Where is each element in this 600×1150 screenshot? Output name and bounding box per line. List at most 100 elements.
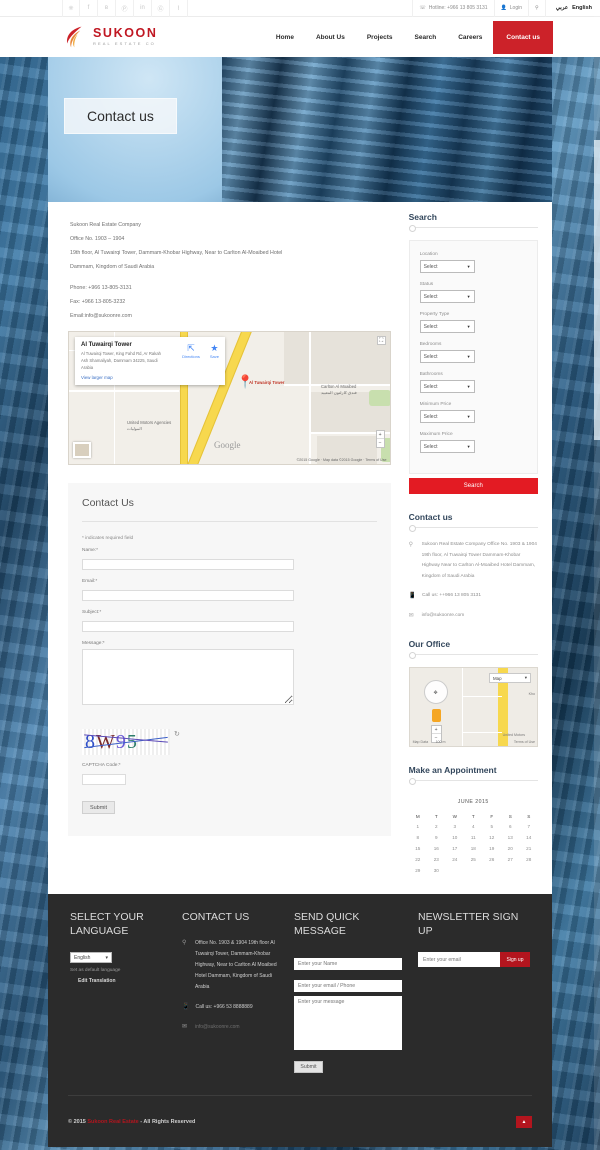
office-map-terms[interactable]: Terms of Use: [514, 740, 535, 744]
address-email[interactable]: Email:info@sukoonre.com: [70, 309, 389, 323]
map-view-larger-link[interactable]: View larger map: [81, 375, 219, 380]
calendar-day[interactable]: 8: [409, 832, 427, 843]
newsletter-email-input[interactable]: [418, 952, 500, 967]
minimum-price-select[interactable]: Select ▼: [419, 410, 475, 423]
calendar-weekday-row: M T W T F S S: [409, 812, 538, 821]
calendar-day[interactable]: 13: [501, 832, 519, 843]
calendar-day[interactable]: 30: [427, 865, 445, 876]
calendar-day[interactable]: 29: [409, 865, 427, 876]
message-textarea[interactable]: [82, 649, 294, 705]
calendar-day[interactable]: 18: [464, 843, 482, 854]
subject-input[interactable]: [82, 621, 294, 632]
calendar-day[interactable]: 4: [464, 821, 482, 832]
hotline: ☏ Hotline: +966 13 805 3131: [412, 0, 493, 17]
google-map-embed[interactable]: Al Tuwairqi Tower Al Tuwairqi Tower, Kin…: [68, 331, 391, 465]
facebook-icon[interactable]: f: [80, 0, 98, 17]
calendar-day[interactable]: 16: [427, 843, 445, 854]
behance-icon[interactable]: ʙ: [98, 0, 116, 17]
nav-item-about-us[interactable]: About Us: [305, 17, 356, 57]
calendar-day[interactable]: 25: [464, 854, 482, 865]
twitter-icon[interactable]: ❈: [62, 0, 80, 17]
calendar-day[interactable]: 17: [446, 843, 464, 854]
bathrooms-select[interactable]: Select ▼: [419, 380, 475, 393]
calendar-day[interactable]: 5: [483, 821, 501, 832]
linkedin-icon[interactable]: in: [134, 0, 152, 17]
captcha-refresh-icon[interactable]: ↻: [174, 730, 180, 738]
quick-message-textarea[interactable]: [294, 996, 402, 1050]
calendar-day[interactable]: 27: [501, 854, 519, 865]
footer-email[interactable]: ✉ info@sukoonre.com: [182, 1022, 278, 1033]
search-submit-button[interactable]: Search: [408, 478, 538, 494]
nav-item-projects[interactable]: Projects: [356, 17, 404, 57]
calendar-day[interactable]: 3: [446, 821, 464, 832]
calendar-day[interactable]: 15: [409, 843, 427, 854]
status-select[interactable]: Select ▼: [419, 290, 475, 303]
calendar-day[interactable]: 20: [501, 843, 519, 854]
map-directions-button[interactable]: ⇱ Directions: [182, 343, 200, 359]
map-type-selector[interactable]: Map ▾: [489, 673, 531, 683]
back-to-top-button[interactable]: ▲: [516, 1115, 532, 1128]
map-zoom-controls[interactable]: + −: [375, 430, 385, 448]
newsletter-signup-button[interactable]: Sign up: [500, 952, 530, 967]
page-scrollbar[interactable]: [594, 0, 600, 1150]
footer-language-select[interactable]: English ▾: [70, 952, 112, 963]
calendar-day[interactable]: 19: [483, 843, 501, 854]
captcha-input[interactable]: [82, 774, 126, 785]
calendar-day[interactable]: 11: [464, 832, 482, 843]
calendar-day[interactable]: 12: [483, 832, 501, 843]
location-select[interactable]: Select ▼: [419, 260, 475, 273]
maximum-price-select[interactable]: Select ▼: [419, 440, 475, 453]
language-arabic[interactable]: عربي: [556, 5, 568, 11]
appointment-calendar[interactable]: JUNE 2015 M T W T F S S 1 2 3 4 5 6 7 8 …: [409, 793, 538, 876]
edit-translation-link[interactable]: Edit Translation: [70, 978, 166, 984]
user-icon: 👤: [500, 5, 507, 11]
copyright-brand[interactable]: Sukoon Real Estate: [87, 1119, 138, 1125]
googleplus-icon[interactable]: Ⓖ: [152, 0, 170, 17]
office-map[interactable]: ✥ + − Map ▾ Map Data 100 m Terms of Use …: [408, 667, 538, 747]
calendar-day[interactable]: 2: [427, 821, 445, 832]
scrollbar-thumb[interactable]: [594, 140, 600, 440]
map-pan-control[interactable]: ✥: [423, 680, 448, 704]
nav-item-careers[interactable]: Careers: [447, 17, 493, 57]
language-english[interactable]: English: [572, 5, 592, 11]
sidebar-email[interactable]: ✉ info@sukoonre.com: [409, 611, 538, 622]
office-zoom-in-button[interactable]: +: [431, 726, 441, 734]
street-view-pegman-icon[interactable]: [431, 709, 441, 722]
login-link[interactable]: 👤 Login: [493, 0, 528, 17]
map-zoom-in-button[interactable]: +: [376, 431, 384, 439]
quick-email-input[interactable]: [294, 980, 402, 992]
calendar-day[interactable]: 21: [519, 843, 538, 854]
subject-label: Subject:*: [82, 610, 102, 615]
language-switcher[interactable]: عربي English: [544, 0, 600, 17]
form-submit-button[interactable]: Submit: [82, 801, 115, 814]
calendar-day[interactable]: 24: [446, 854, 464, 865]
rss-icon[interactable]: ⌇: [170, 0, 188, 17]
calendar-day[interactable]: 26: [483, 854, 501, 865]
nav-item-contact-us[interactable]: Contact us: [493, 20, 553, 54]
bedrooms-select[interactable]: Select ▼: [419, 350, 475, 363]
property-type-select[interactable]: Select ▼: [419, 320, 475, 333]
calendar-day[interactable]: 7: [519, 821, 538, 832]
quick-name-input[interactable]: [294, 958, 402, 970]
quick-submit-button[interactable]: Submit: [294, 1061, 323, 1073]
site-logo[interactable]: SUKOON REAL ESTATE CO: [62, 24, 157, 50]
calendar-day[interactable]: 10: [446, 832, 464, 843]
map-save-button[interactable]: ★ Save: [210, 343, 219, 359]
calendar-day[interactable]: 9: [427, 832, 445, 843]
search-toggle[interactable]: ⚲: [528, 0, 545, 17]
map-zoom-out-button[interactable]: −: [377, 439, 384, 447]
phone-icon: ☏: [419, 5, 426, 11]
email-input[interactable]: [82, 590, 294, 601]
pinterest-icon[interactable]: Ⓟ: [116, 0, 134, 17]
calendar-day[interactable]: 1: [409, 821, 427, 832]
map-fullscreen-icon[interactable]: ⛶: [376, 336, 386, 345]
nav-item-search[interactable]: Search: [404, 17, 448, 57]
calendar-day[interactable]: 23: [427, 854, 445, 865]
nav-item-home[interactable]: Home: [265, 17, 305, 57]
calendar-day[interactable]: 22: [409, 854, 427, 865]
calendar-day[interactable]: 6: [501, 821, 519, 832]
calendar-day[interactable]: 14: [519, 832, 538, 843]
name-input[interactable]: [82, 559, 294, 570]
map-thumbnail-toggle[interactable]: [73, 442, 91, 458]
calendar-day[interactable]: 28: [519, 854, 538, 865]
